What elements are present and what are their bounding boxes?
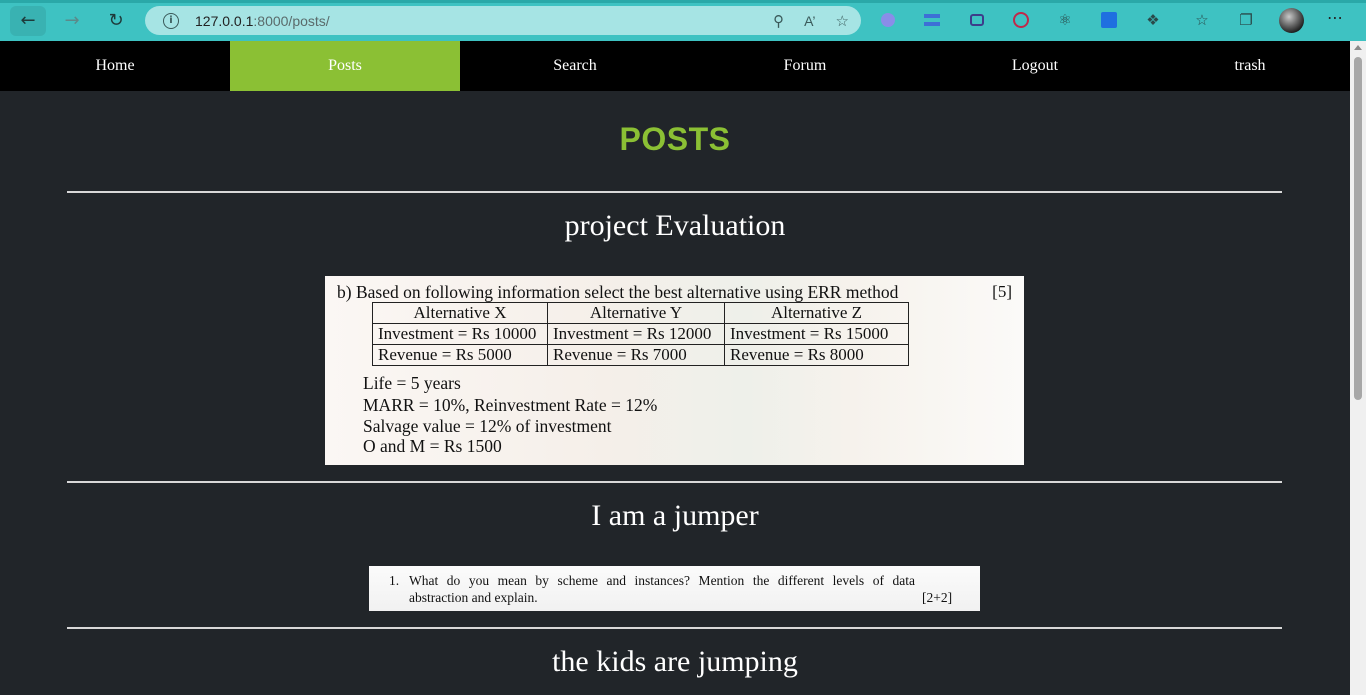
table-cell: Alternative X <box>372 302 548 324</box>
table-cell: Investment = Rs 15000 <box>724 323 909 345</box>
post-image[interactable]: 1. What do you mean by scheme and instan… <box>369 566 980 611</box>
table-header-row: Alternative X Alternative Y Alternative … <box>372 302 909 324</box>
question-text: b) Based on following information select… <box>337 282 899 302</box>
more-icon[interactable]: ⋯ <box>1327 8 1343 27</box>
extensions-icon[interactable]: ❖ <box>1141 8 1165 32</box>
record-icon[interactable] <box>1009 8 1033 32</box>
post-title[interactable]: project Evaluation <box>0 209 1350 243</box>
table-row: Investment = Rs 10000 Investment = Rs 12… <box>372 323 909 345</box>
nav-search[interactable]: Search <box>460 41 690 91</box>
favorite-add-icon[interactable]: ☆ <box>836 12 849 30</box>
favorites-icon[interactable]: ☆ <box>1190 8 1214 32</box>
nav-posts[interactable]: Posts <box>230 41 460 91</box>
table-cell: Revenue = Rs 8000 <box>724 344 909 366</box>
divider <box>67 627 1282 629</box>
url-path: :8000/posts/ <box>253 12 330 29</box>
table-cell: Revenue = Rs 5000 <box>372 344 548 366</box>
page-scrollbar[interactable] <box>1350 41 1366 695</box>
key-icon[interactable]: ⚲ <box>773 12 784 30</box>
info-icon[interactable]: i <box>163 12 179 29</box>
info-line: Salvage value = 12% of investment <box>363 416 612 436</box>
info-line: MARR = 10%, Reinvestment Rate = 12% <box>363 395 658 415</box>
table-cell: Investment = Rs 10000 <box>372 323 548 345</box>
table-cell: Alternative Y <box>547 302 725 324</box>
info-line: Life = 5 years <box>363 373 461 393</box>
post-title[interactable]: the kids are jumping <box>0 645 1350 679</box>
address-bar-actions: ⚲ A’ ☆ <box>773 6 849 35</box>
url-text[interactable]: 127.0.0.1:8000/posts/ <box>195 13 330 29</box>
forward-icon[interactable]: → <box>54 6 90 36</box>
nav-forum[interactable]: Forum <box>690 41 920 91</box>
scroll-thumb[interactable] <box>1354 57 1362 400</box>
alternatives-table: Alternative X Alternative Y Alternative … <box>372 302 909 366</box>
nav-logout[interactable]: Logout <box>920 41 1150 91</box>
table-cell: Alternative Z <box>724 302 909 324</box>
question-number: 1. <box>389 573 400 588</box>
table-cell: Revenue = Rs 7000 <box>547 344 725 366</box>
extension-icon[interactable] <box>1097 8 1121 32</box>
address-bar[interactable]: i 127.0.0.1:8000/posts/ ⚲ A’ ☆ <box>145 6 861 35</box>
profile-avatar[interactable] <box>1279 8 1304 33</box>
react-icon[interactable]: ⚛ <box>1053 8 1077 32</box>
nav-trash[interactable]: trash <box>1150 41 1350 91</box>
table-row: Revenue = Rs 5000 Revenue = Rs 7000 Reve… <box>372 344 909 366</box>
back-icon[interactable]: ← <box>10 5 46 36</box>
post-title[interactable]: I am a jumper <box>0 499 1350 533</box>
reload-icon[interactable]: ↻ <box>98 6 134 36</box>
read-aloud-icon[interactable]: A’ <box>804 13 815 29</box>
table-cell: Investment = Rs 12000 <box>547 323 725 345</box>
divider <box>67 191 1282 193</box>
collections-icon[interactable]: ❐ <box>1234 8 1258 32</box>
nav-home[interactable]: Home <box>0 41 230 91</box>
marks-text: [2+2] <box>922 590 953 605</box>
scroll-up-icon[interactable] <box>1354 45 1362 50</box>
browser-toolbar: ← → ↻ i 127.0.0.1:8000/posts/ ⚲ A’ ☆ ⚛ ❖… <box>0 0 1366 41</box>
info-line: O and M = Rs 1500 <box>363 436 502 456</box>
question-line: abstraction and explain. <box>409 590 538 605</box>
post-image[interactable]: b) Based on following information select… <box>325 276 1024 465</box>
extension-icon[interactable] <box>965 8 989 32</box>
extension-icon[interactable] <box>920 8 944 32</box>
search-extension-icon[interactable] <box>876 8 900 32</box>
question-line: What do you mean by scheme and instances… <box>409 573 915 588</box>
marks-text: [5] <box>992 282 1012 301</box>
site-navbar: Home Posts Search Forum Logout trash <box>0 41 1350 91</box>
page-title: POSTS <box>619 121 731 157</box>
divider <box>67 481 1282 483</box>
tab-strip-edge <box>0 0 1366 3</box>
url-host: 127.0.0.1 <box>195 12 254 29</box>
